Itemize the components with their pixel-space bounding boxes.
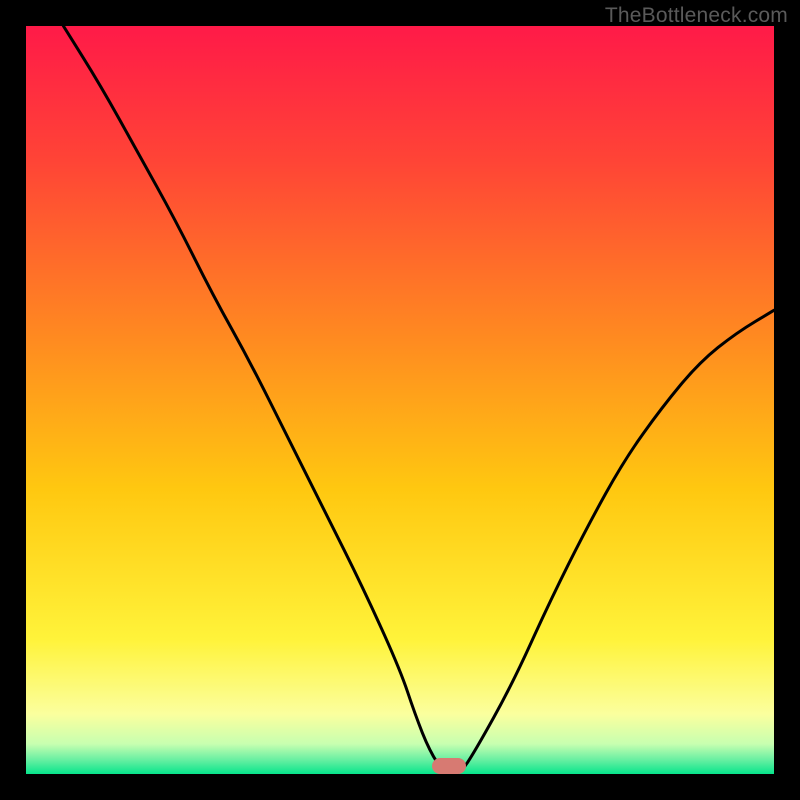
optimal-point-marker [432,758,466,774]
bottleneck-curve [26,26,774,774]
chart-frame: TheBottleneck.com [0,0,800,800]
attribution-text: TheBottleneck.com [605,4,788,28]
plot-area [26,26,774,774]
